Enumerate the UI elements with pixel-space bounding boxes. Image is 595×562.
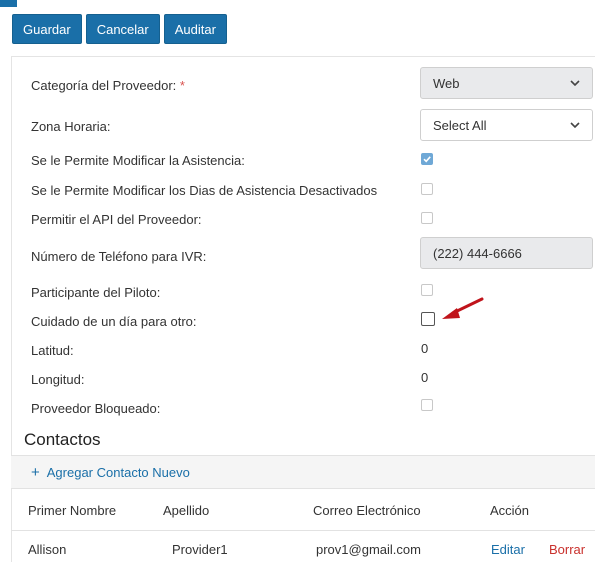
provider-api-label: Permitir el API del Proveedor: xyxy=(31,212,202,227)
contact-first-name: Allison xyxy=(28,542,67,557)
column-header-first-name: Primer Nombre xyxy=(28,503,117,518)
column-header-action: Acción xyxy=(490,503,530,518)
add-contact-link[interactable]: Agregar Contacto Nuevo xyxy=(47,465,190,480)
table-divider xyxy=(11,530,595,531)
column-header-last-name: Apellido xyxy=(163,503,210,518)
category-select-value: Web xyxy=(433,75,460,91)
category-label-text: Categoría del Proveedor: xyxy=(31,78,177,93)
longitude-label: Longitud: xyxy=(31,372,85,387)
modify-disabled-days-checkbox[interactable] xyxy=(421,183,433,195)
provider-api-checkbox[interactable] xyxy=(421,212,433,224)
latitude-label: Latitud: xyxy=(31,343,74,358)
overnight-care-label: Cuidado de un día para otro: xyxy=(31,314,197,329)
plus-icon: + xyxy=(31,463,40,481)
ivr-phone-field[interactable]: (222) 444-6666 xyxy=(420,237,593,269)
overnight-care-checkbox[interactable] xyxy=(421,312,435,326)
ivr-phone-label: Número de Teléfono para IVR: xyxy=(31,249,207,264)
chevron-down-icon xyxy=(570,80,580,86)
contacts-section-title: Contactos xyxy=(24,430,101,449)
latitude-value: 0 xyxy=(421,341,429,356)
audit-button[interactable]: Auditar xyxy=(163,14,227,44)
category-select[interactable]: Web xyxy=(420,67,593,99)
timezone-label: Zona Horaria: xyxy=(31,119,111,134)
provider-blocked-label: Proveedor Bloqueado: xyxy=(31,401,161,416)
column-header-email: Correo Electrónico xyxy=(313,503,421,518)
contact-last-name: Provider1 xyxy=(172,542,228,557)
modify-disabled-days-label: Se le Permite Modificar los Dias de Asis… xyxy=(31,183,378,198)
required-mark: * xyxy=(179,78,185,93)
edit-contact-link[interactable]: Editar xyxy=(491,542,525,557)
corner-tab xyxy=(0,0,17,7)
pilot-participant-checkbox[interactable] xyxy=(421,284,433,296)
cancel-button[interactable]: Cancelar xyxy=(85,14,160,44)
toolbar: Guardar Cancelar Auditar xyxy=(12,14,227,44)
annotation-arrow-icon xyxy=(442,297,484,319)
modify-attendance-checkbox[interactable] xyxy=(421,153,433,165)
delete-contact-link[interactable]: Borrar xyxy=(549,542,585,557)
check-icon xyxy=(423,156,431,163)
chevron-down-icon xyxy=(570,122,580,128)
contact-email: prov1@gmail.com xyxy=(316,542,421,557)
save-button[interactable]: Guardar xyxy=(12,14,82,44)
add-contact-bar: + Agregar Contacto Nuevo xyxy=(11,455,595,489)
timezone-select[interactable]: Select All xyxy=(420,109,593,141)
modify-attendance-label: Se le Permite Modificar la Asistencia: xyxy=(31,153,245,168)
pilot-participant-label: Participante del Piloto: xyxy=(31,285,161,300)
longitude-value: 0 xyxy=(421,370,429,385)
category-label: Categoría del Proveedor: * xyxy=(31,78,185,93)
provider-blocked-checkbox[interactable] xyxy=(421,399,433,411)
timezone-select-value: Select All xyxy=(433,117,487,133)
